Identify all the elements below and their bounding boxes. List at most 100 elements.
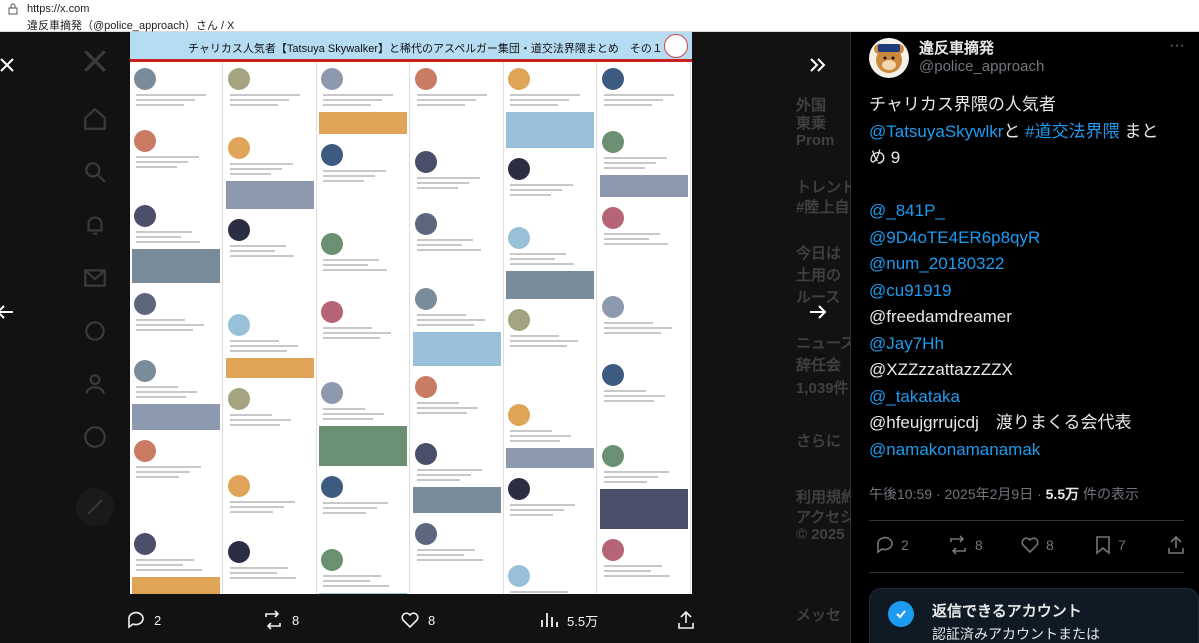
more-options-icon[interactable]: ··· [1169, 37, 1185, 55]
profile-card [413, 149, 502, 207]
heart-icon [401, 612, 419, 629]
reply-button[interactable]: 2 [126, 610, 161, 630]
text-line [136, 99, 195, 101]
repost-button[interactable]: 8 [947, 535, 983, 555]
image-header-band: チャリカス人気者【Tatsuya Skywalker】と稀代のアスペルガー集団・… [130, 32, 692, 62]
more-circle-icon [84, 426, 106, 448]
account-mention[interactable]: @cu91919 [869, 278, 1194, 305]
text-line [136, 231, 192, 233]
views-chart-icon [541, 613, 558, 627]
text-line [604, 481, 647, 483]
photo-thumbnail [506, 271, 595, 299]
profile-collage [130, 62, 692, 594]
like-button[interactable]: 8 [400, 610, 435, 630]
avatar [508, 404, 531, 426]
like-button[interactable]: 8 [1020, 535, 1054, 555]
text-line [136, 241, 200, 243]
views-button[interactable]: 5.5万 [539, 610, 598, 630]
author-handle[interactable]: @police_approach [919, 58, 1044, 75]
profile-card [506, 156, 595, 221]
text-line [229, 340, 279, 342]
arrow-right-icon [810, 305, 827, 319]
text-line [604, 167, 645, 169]
text-line [323, 408, 366, 410]
text-line [604, 243, 668, 245]
profile-card [132, 438, 221, 527]
reply-button[interactable]: 2 [875, 535, 909, 555]
tweet-image[interactable]: チャリカス人気者【Tatsuya Skywalker】と稀代のアスペルガー集団・… [130, 32, 692, 594]
toggle-panel-button[interactable] [801, 48, 835, 82]
text-line [604, 400, 654, 402]
text-line [323, 104, 372, 106]
account-mention[interactable]: @namakonamanamak [869, 437, 1194, 464]
text-line [323, 327, 373, 329]
profile-card [225, 135, 315, 213]
text-line [229, 245, 286, 247]
bg-text: 東乗 [796, 115, 827, 132]
text-line [416, 244, 462, 246]
avatar [602, 68, 624, 90]
profile-card [319, 547, 408, 594]
account-mention[interactable]: @_841P_ [869, 198, 1194, 225]
text-line [136, 319, 185, 321]
author-avatar[interactable] [869, 38, 909, 78]
bg-text: さらに [796, 433, 842, 450]
text-line [323, 502, 389, 504]
account-mention[interactable]: @Jay7Hh [869, 331, 1194, 358]
photo-thumbnail [600, 489, 688, 529]
author-display-name[interactable]: 違反車摘発 [919, 37, 994, 58]
tweet-timestamp[interactable]: 午後10:59 · 2025年2月9日 · [869, 486, 1046, 502]
verified-check-icon [888, 601, 914, 627]
profile-column [130, 62, 223, 594]
grok-icon [85, 321, 105, 341]
text-line [323, 269, 388, 271]
text-line [416, 402, 459, 404]
repost-button[interactable]: 8 [262, 610, 299, 630]
avatar [227, 137, 250, 159]
tweet-text: チャリカス界隈の人気者 @TatsuyaSkywlkrと #道交法界隈 まと め… [869, 92, 1194, 463]
avatar [134, 360, 156, 382]
photo-thumbnail [132, 404, 220, 430]
account-mention[interactable]: @num_20180322 [869, 251, 1194, 278]
avatar [508, 309, 531, 331]
bookmark-button[interactable]: 7 [1094, 535, 1126, 555]
text-line [323, 418, 374, 420]
tweet-action-bar: 2 8 8 7 [869, 535, 1189, 561]
background-sidebar [30, 32, 114, 643]
avatar [508, 68, 531, 90]
account-mention[interactable]: @_takataka [869, 384, 1194, 411]
lock-icon [8, 3, 18, 15]
text-line [416, 324, 474, 326]
seal-logo [664, 34, 688, 58]
background-feed: 外国 東乗 Prom トレンド #陸上自 今日は 土用の ルース ニュース 辞任… [700, 32, 850, 643]
text-line [229, 511, 273, 513]
avatar [602, 296, 624, 318]
avatar [508, 158, 531, 180]
share-button[interactable] [676, 610, 696, 630]
profile-card [506, 476, 595, 559]
profile-card [132, 66, 221, 124]
account-mention[interactable]: @9D4oTE4ER6p8qyR [869, 225, 1194, 252]
share-button[interactable] [1166, 535, 1186, 555]
profile-card [132, 358, 221, 434]
photo-thumbnail [132, 577, 220, 594]
text-line [510, 504, 576, 506]
bg-text: Prom [796, 132, 835, 149]
text-line [604, 476, 658, 478]
text-line [136, 329, 193, 331]
photo-thumbnail [319, 593, 408, 594]
mention-link[interactable]: @TatsuyaSkywlkr [869, 122, 1003, 141]
text-line [136, 104, 184, 106]
image-header-title: チャリカス人気者【Tatsuya Skywalker】と稀代のアスペルガー集団・… [188, 43, 663, 55]
address-url[interactable]: https://x.com [27, 3, 89, 15]
hashtag-link[interactable]: #道交法界隈 [1025, 122, 1119, 141]
tweet-line: チャリカス界隈の人気者 [869, 92, 1194, 119]
profile-column [598, 62, 691, 594]
reply-count: 2 [901, 537, 909, 553]
profile-card [319, 380, 408, 470]
bookmark-count: 7 [1118, 537, 1126, 553]
repost-count: 8 [292, 612, 300, 628]
avatar [134, 293, 156, 315]
next-image-button[interactable] [801, 295, 835, 329]
photo-thumbnail [412, 332, 501, 366]
